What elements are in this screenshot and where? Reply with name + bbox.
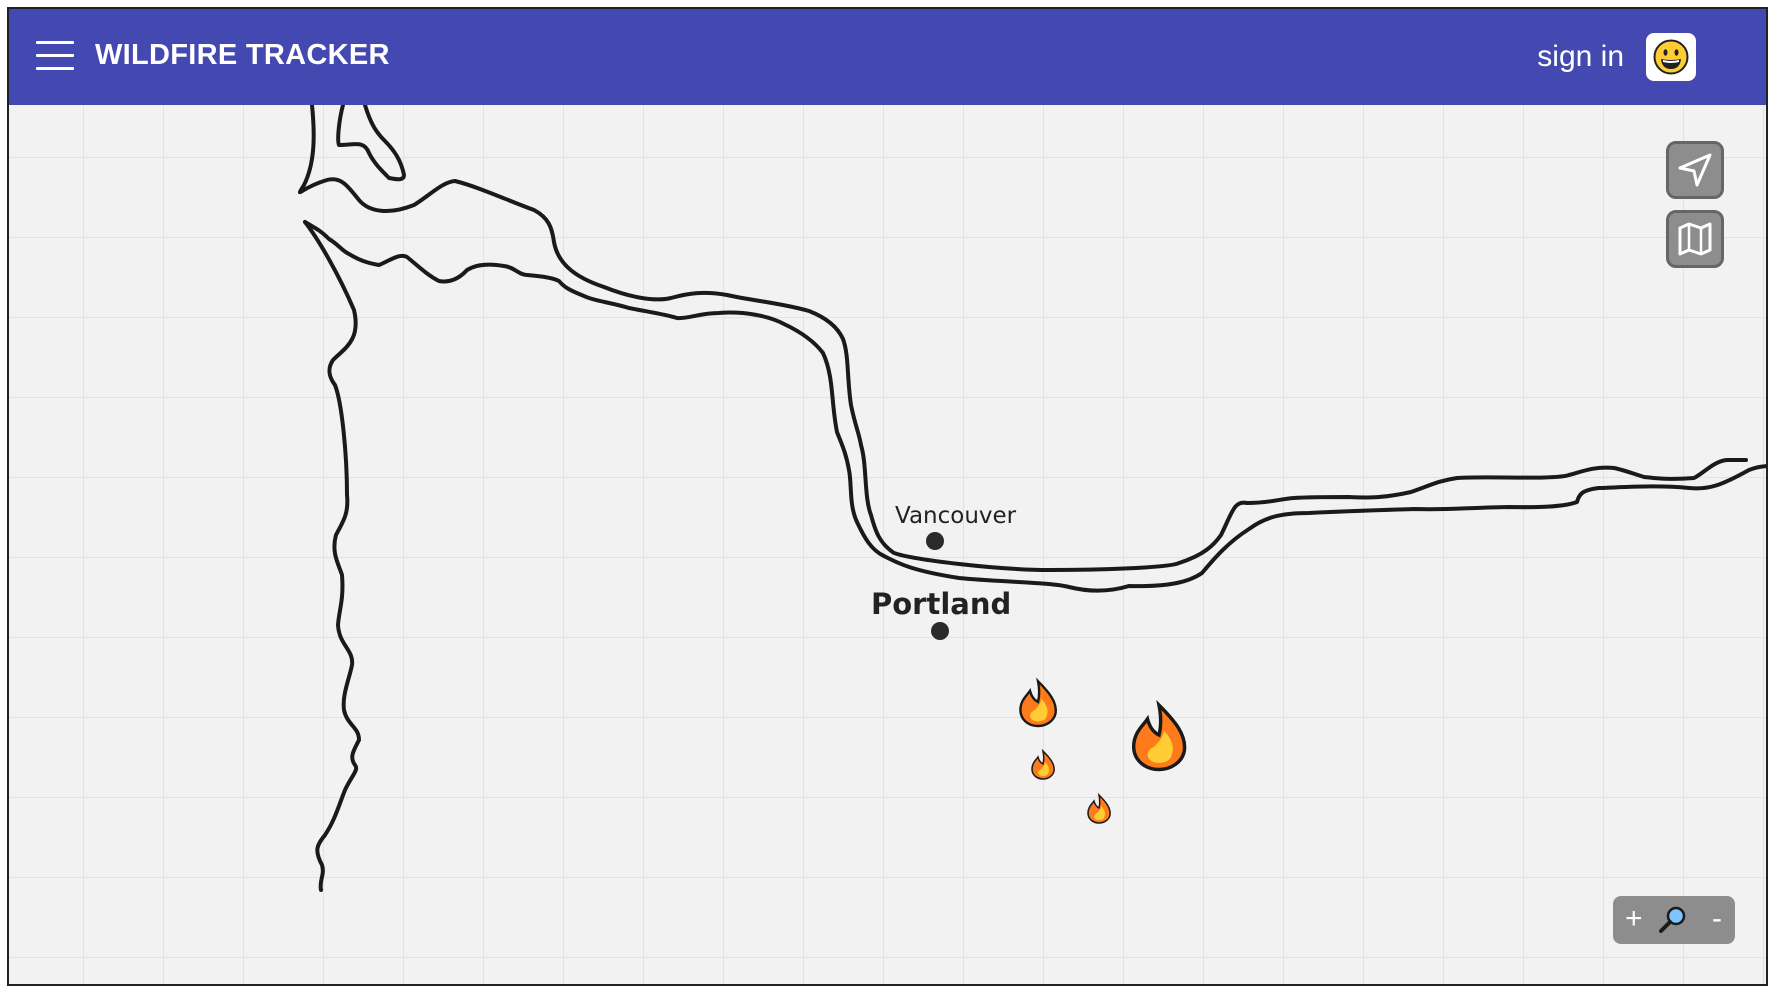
zoom-control: + - (1613, 896, 1735, 944)
map-icon (1678, 222, 1712, 256)
avatar-button[interactable] (1646, 33, 1696, 81)
app-title: WILDFIRE TRACKER (95, 39, 390, 71)
fire-icon[interactable] (1131, 699, 1187, 772)
sign-in-link[interactable]: sign in (1537, 40, 1624, 74)
vancouver-label: Vancouver (895, 503, 1017, 529)
app-window: WILDFIRE TRACKER sign in Vancouver Portl… (7, 7, 1768, 986)
fire-icon[interactable] (1019, 677, 1057, 728)
magnifier-icon (1659, 906, 1686, 933)
locate-button[interactable] (1666, 141, 1724, 199)
coastline-north (298, 105, 1748, 572)
river-bank-south (303, 220, 1766, 593)
vancouver-marker[interactable] (926, 532, 944, 550)
fire-icon[interactable] (1031, 748, 1055, 780)
coastline-west (303, 220, 361, 892)
zoom-in-button[interactable]: + (1625, 902, 1643, 936)
zoom-out-button[interactable]: - (1712, 902, 1722, 936)
map-canvas[interactable]: Vancouver Portland + - (9, 105, 1766, 984)
portland-label: Portland (871, 587, 1011, 621)
top-app-bar: WILDFIRE TRACKER sign in (9, 9, 1766, 105)
navigation-arrow-icon (1678, 153, 1712, 187)
fire-icon[interactable] (1087, 792, 1111, 824)
portland-marker[interactable] (931, 622, 949, 640)
map-svg: Vancouver Portland (298, 105, 1766, 892)
grinning-face-icon (1653, 39, 1689, 75)
map-layers-button[interactable] (1666, 210, 1724, 268)
hamburger-menu-icon[interactable] (36, 41, 74, 71)
coastline-inlet (336, 105, 406, 182)
